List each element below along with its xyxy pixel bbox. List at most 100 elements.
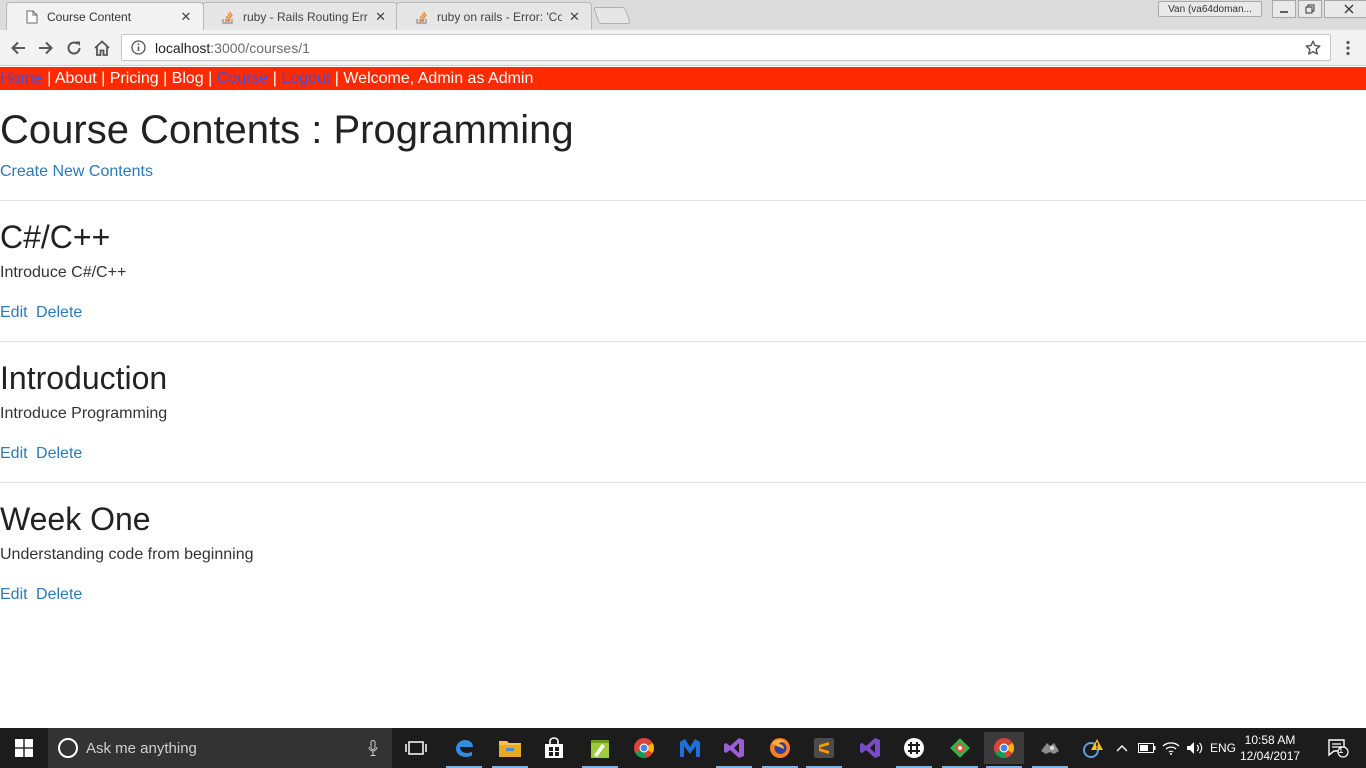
- file-explorer-icon[interactable]: [490, 732, 530, 768]
- system-clock[interactable]: 10:58 AM 12/04/2017: [1240, 732, 1300, 764]
- nav-blog-link[interactable]: Blog: [172, 70, 204, 87]
- edit-link[interactable]: Edit: [0, 304, 28, 321]
- delete-link[interactable]: Delete: [36, 445, 82, 462]
- content-description: Introduce Programming: [0, 405, 168, 422]
- restore-icon: [1305, 4, 1315, 14]
- close-tab-icon[interactable]: ✕: [179, 9, 193, 24]
- tab-title: ruby on rails - Error: 'Cou: [437, 9, 562, 24]
- microphone-icon[interactable]: [368, 740, 378, 756]
- visual-studio-icon[interactable]: [714, 732, 754, 768]
- new-tab-button[interactable]: [592, 7, 632, 24]
- arrow-left-icon: [11, 41, 25, 55]
- content-description: Introduce C#/C++: [0, 264, 127, 281]
- info-icon[interactable]: [130, 40, 146, 56]
- nav-separator: |: [268, 70, 282, 87]
- store-icon[interactable]: [534, 732, 574, 764]
- edit-link[interactable]: Edit: [0, 586, 28, 603]
- nav-course-link[interactable]: Course: [217, 70, 269, 87]
- home-button[interactable]: [91, 37, 113, 59]
- url-host: localhost: [155, 39, 211, 56]
- language-indicator[interactable]: ENG: [1208, 728, 1238, 768]
- edge-icon[interactable]: [444, 732, 484, 768]
- profile-button[interactable]: Van (va64doman...: [1158, 1, 1262, 17]
- git-icon[interactable]: [940, 732, 980, 768]
- windows-taskbar: Ask me anything ENG 10:58 AM 12/04/2017 …: [0, 728, 1366, 768]
- url-path: :3000/courses/1: [210, 39, 310, 56]
- web-page: Home | About | Pricing | Blog | Course |…: [0, 67, 1366, 728]
- tab-title: Course Content: [47, 9, 132, 24]
- action-center-button[interactable]: 1: [1318, 728, 1358, 768]
- malwarebytes-icon[interactable]: [670, 732, 710, 764]
- close-tab-icon[interactable]: ✕: [568, 9, 581, 24]
- chevron-up-icon[interactable]: [1112, 728, 1132, 768]
- reload-icon: [67, 41, 81, 55]
- address-bar[interactable]: localhost:3000/courses/1: [121, 34, 1331, 61]
- game-icon[interactable]: [1030, 732, 1070, 768]
- tab-title: ruby - Rails Routing Error: [243, 9, 369, 24]
- page-icon: [25, 10, 39, 24]
- nav-about-link[interactable]: About: [55, 70, 97, 87]
- notepad-plus-icon[interactable]: [580, 732, 620, 768]
- close-icon: [1344, 4, 1354, 14]
- nav-separator: |: [96, 70, 110, 87]
- clock-time: 10:58 AM: [1244, 733, 1296, 747]
- wifi-icon[interactable]: [1160, 728, 1182, 768]
- reload-button[interactable]: [63, 37, 85, 59]
- page-title: Course Contents : Programming: [0, 108, 574, 152]
- more-vert-icon: [1346, 40, 1350, 56]
- welcome-message: Welcome, Admin as Admin: [343, 70, 534, 87]
- create-new-contents-link[interactable]: Create New Contents: [0, 162, 1366, 182]
- nav-logout-link[interactable]: Logout: [281, 70, 330, 87]
- firefox-icon[interactable]: [760, 732, 800, 768]
- sublime-text-icon[interactable]: [804, 732, 844, 768]
- windows-logo-icon: [15, 739, 33, 757]
- search-placeholder: Ask me anything: [86, 739, 197, 757]
- stackoverflow-icon: [221, 10, 235, 24]
- stackoverflow-icon: [415, 10, 429, 24]
- visual-studio-icon[interactable]: [850, 732, 890, 764]
- star-icon[interactable]: [1304, 39, 1322, 57]
- tab-course-content[interactable]: Course Content ✕: [6, 2, 204, 30]
- nav-pricing-link[interactable]: Pricing: [110, 70, 159, 87]
- clock-date: 12/04/2017: [1240, 749, 1301, 763]
- tab-rails-routing-error[interactable]: ruby - Rails Routing Error ✕: [202, 2, 398, 30]
- tab-ruby-on-rails-error[interactable]: ruby on rails - Error: 'Cou ✕: [396, 2, 592, 30]
- home-icon: [94, 40, 110, 56]
- back-button[interactable]: [7, 37, 29, 59]
- close-window-button[interactable]: [1324, 0, 1366, 18]
- start-button[interactable]: [0, 728, 48, 768]
- nav-home-link[interactable]: Home: [0, 70, 43, 87]
- content-item: Week One Understanding code from beginni…: [0, 483, 1366, 623]
- update-warning-icon[interactable]: [1078, 728, 1108, 768]
- delete-link[interactable]: Delete: [36, 586, 82, 603]
- chrome-icon[interactable]: [624, 732, 664, 764]
- notification-count: 1: [1338, 745, 1344, 756]
- top-navigation-bar: Home | About | Pricing | Blog | Course |…: [0, 67, 1366, 90]
- browser-menu-button[interactable]: [1339, 38, 1357, 58]
- battery-icon[interactable]: [1136, 728, 1158, 768]
- minimize-button[interactable]: [1272, 0, 1296, 18]
- minimize-icon: [1280, 11, 1288, 13]
- nav-separator: |: [330, 70, 344, 87]
- volume-icon[interactable]: [1184, 728, 1206, 768]
- nav-separator: |: [158, 70, 172, 87]
- restore-button[interactable]: [1298, 0, 1322, 18]
- nav-separator: |: [42, 70, 55, 87]
- close-tab-icon[interactable]: ✕: [374, 9, 387, 24]
- task-view-icon[interactable]: [396, 732, 436, 764]
- cortana-search-box[interactable]: Ask me anything: [48, 728, 392, 768]
- chrome-icon[interactable]: [984, 732, 1024, 768]
- slack-icon[interactable]: [894, 732, 934, 768]
- tab-strip: Course Content ✕ ruby - Rails Routing Er…: [0, 0, 1366, 30]
- forward-button[interactable]: [35, 37, 57, 59]
- content-title: C#/C++: [0, 219, 111, 255]
- content-title: Week One: [0, 501, 151, 537]
- content-item: Introduction Introduce Programming Edit …: [0, 342, 1366, 482]
- edit-link[interactable]: Edit: [0, 445, 28, 462]
- browser-toolbar: localhost:3000/courses/1: [0, 30, 1366, 66]
- content-title: Introduction: [0, 360, 168, 396]
- cortana-icon: [58, 738, 78, 758]
- arrow-right-icon: [39, 41, 53, 55]
- delete-link[interactable]: Delete: [36, 304, 82, 321]
- content-item: C#/C++ Introduce C#/C++ Edit Delete: [0, 201, 1366, 341]
